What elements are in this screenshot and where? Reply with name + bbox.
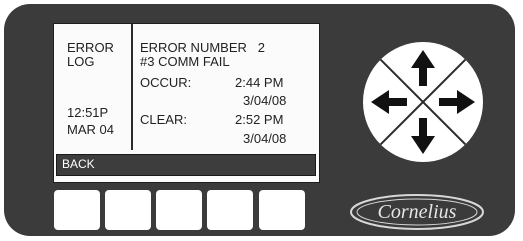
softkey-1[interactable] xyxy=(54,190,100,230)
arrow-up-icon[interactable] xyxy=(411,50,435,86)
occur-date: 3/04/08 xyxy=(243,93,287,108)
error-log-title-line2: LOG xyxy=(67,54,95,69)
error-description: #3 COMM FAIL xyxy=(140,54,230,69)
arrow-left-icon[interactable] xyxy=(371,90,407,114)
dpad-graphic xyxy=(363,42,483,162)
back-softkey-label-bar[interactable]: BACK xyxy=(56,154,316,176)
clear-time: 2:52 PM xyxy=(235,112,284,127)
error-log-title-line1: ERROR xyxy=(67,40,114,55)
arrow-right-icon[interactable] xyxy=(439,90,475,114)
softkey-3[interactable] xyxy=(156,190,202,230)
lcd-screen: ERROR LOG 12:51P MAR 04 ERROR NUMBER 2 #… xyxy=(53,23,320,183)
directional-pad[interactable] xyxy=(363,42,483,162)
softkey-2[interactable] xyxy=(105,190,151,230)
arrow-down-icon[interactable] xyxy=(411,118,435,154)
softkey-5[interactable] xyxy=(259,190,305,230)
current-time: 12:51P xyxy=(67,105,109,120)
cornelius-logo: Cornelius xyxy=(350,194,484,230)
back-label: BACK xyxy=(62,157,95,171)
current-date: MAR 04 xyxy=(67,122,114,137)
clear-date: 3/04/08 xyxy=(243,131,287,146)
logo-text: Cornelius xyxy=(378,201,457,223)
softkey-4[interactable] xyxy=(207,190,253,230)
error-number-header: ERROR NUMBER 2 xyxy=(140,40,265,55)
occur-label: OCCUR: xyxy=(140,75,192,90)
screen-divider xyxy=(131,24,133,150)
occur-time: 2:44 PM xyxy=(235,75,284,90)
clear-label: CLEAR: xyxy=(140,112,187,127)
control-panel-bezel: ERROR LOG 12:51P MAR 04 ERROR NUMBER 2 #… xyxy=(4,4,515,236)
